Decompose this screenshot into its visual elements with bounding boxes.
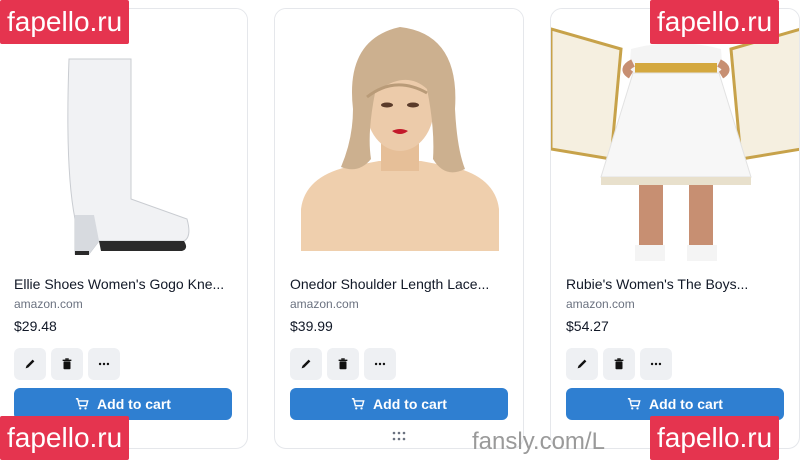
edit-icon xyxy=(577,359,587,369)
delete-button[interactable] xyxy=(327,348,359,380)
product-title[interactable]: Ellie Shoes Women's Gogo Kne... xyxy=(14,276,236,292)
product-source: amazon.com xyxy=(290,297,359,311)
product-image[interactable] xyxy=(551,9,799,261)
watermark-logo: fapello.ru xyxy=(0,416,130,460)
product-price: $39.99 xyxy=(290,318,333,334)
more-icon xyxy=(650,362,662,366)
more-icon xyxy=(98,362,110,366)
edit-icon xyxy=(25,359,35,369)
add-to-cart-label: Add to cart xyxy=(649,396,723,412)
product-source: amazon.com xyxy=(566,297,635,311)
product-title[interactable]: Rubie's Women's The Boys... xyxy=(566,276,788,292)
card-actions xyxy=(14,348,120,380)
add-to-cart-button[interactable]: Add to cart xyxy=(290,388,508,420)
footer-watermark: fansly.com/L xyxy=(472,428,605,455)
product-image[interactable] xyxy=(0,9,247,261)
product-source: amazon.com xyxy=(14,297,83,311)
product-title[interactable]: Onedor Shoulder Length Lace... xyxy=(290,276,512,292)
cart-icon xyxy=(75,398,89,410)
more-button[interactable] xyxy=(640,348,672,380)
watermark-logo: fapello.ru xyxy=(0,0,130,44)
add-to-cart-label: Add to cart xyxy=(373,396,447,412)
watermark-logo: fapello.ru xyxy=(650,0,780,44)
edit-button[interactable] xyxy=(290,348,322,380)
edit-button[interactable] xyxy=(14,348,46,380)
drag-handle-icon[interactable] xyxy=(391,430,407,442)
delete-button[interactable] xyxy=(603,348,635,380)
card-actions xyxy=(290,348,396,380)
product-card: Onedor Shoulder Length Lace... amazon.co… xyxy=(274,8,524,449)
delete-button[interactable] xyxy=(51,348,83,380)
edit-icon xyxy=(301,359,311,369)
more-icon xyxy=(374,362,386,366)
watermark-logo: fapello.ru xyxy=(650,416,780,460)
cart-icon xyxy=(627,398,641,410)
product-card: Rubie's Women's The Boys... amazon.com $… xyxy=(550,8,800,449)
more-button[interactable] xyxy=(364,348,396,380)
edit-button[interactable] xyxy=(566,348,598,380)
add-to-cart-label: Add to cart xyxy=(97,396,171,412)
product-card: Ellie Shoes Women's Gogo Kne... amazon.c… xyxy=(0,8,248,449)
product-price: $54.27 xyxy=(566,318,609,334)
card-actions xyxy=(566,348,672,380)
more-button[interactable] xyxy=(88,348,120,380)
cart-icon xyxy=(351,398,365,410)
trash-icon xyxy=(62,358,72,370)
product-price: $29.48 xyxy=(14,318,57,334)
trash-icon xyxy=(614,358,624,370)
trash-icon xyxy=(338,358,348,370)
product-image[interactable] xyxy=(275,9,523,261)
